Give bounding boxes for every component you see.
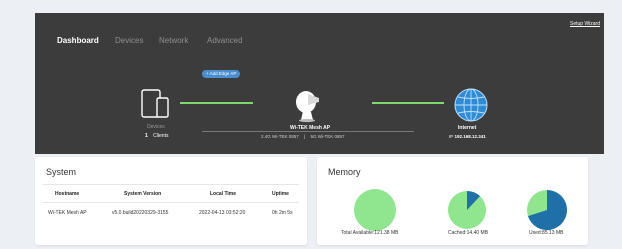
system-header-divider [43, 202, 299, 203]
memory-cached-label: Cached:14.40 MB [448, 230, 489, 236]
tab-network[interactable]: Network [159, 36, 188, 45]
ssid-separator: | [304, 134, 306, 139]
col-uptime: Uptime [272, 191, 289, 197]
local-time-value: 2022-04-13 03:52:20 [199, 210, 246, 216]
memory-pie-cached [448, 191, 486, 229]
mesh-router-icon[interactable] [293, 88, 327, 124]
memory-title: Memory [328, 167, 361, 177]
tab-devices[interactable]: Devices [115, 36, 143, 45]
ip-value: 192.168.12.341 [454, 134, 486, 139]
memory-pie-total [354, 189, 396, 231]
mesh-divider [202, 131, 414, 132]
ssid-24: 2.4G Wi-TEK 0857 [261, 134, 299, 139]
col-local-time: Local Time [210, 191, 237, 197]
devices-label: Devices [147, 124, 165, 130]
hostname-value: Wi-TEK Mesh AP [48, 210, 87, 216]
router-dashboard: Dashboard Devices Network Advanced Setup… [0, 0, 622, 249]
setup-wizard-link[interactable]: Setup Wizard [570, 21, 600, 27]
mesh-internet-link [372, 102, 444, 104]
col-hostname: Hostname [55, 191, 80, 197]
mesh-ssids: 2.4G Wi-TEK 0857 | 5G Wi-TEK 0857 [261, 134, 344, 139]
tab-dashboard[interactable]: Dashboard [57, 36, 99, 45]
topology-panel: Dashboard Devices Network Advanced Setup… [35, 13, 604, 154]
devices-clients[interactable]: 1 Clients [145, 133, 168, 139]
system-title-divider [43, 184, 299, 185]
memory-total-label: Total Available:121.38 MB [341, 230, 399, 236]
ip-label: IP [449, 134, 454, 139]
phone-tablet-icon[interactable] [140, 89, 174, 119]
system-card: System Hostname System Version Local Tim… [35, 157, 307, 245]
internet-label: Internet [458, 125, 477, 131]
devices-mesh-link [180, 102, 253, 104]
client-count: 1 [145, 133, 148, 139]
memory-pie-used [527, 190, 567, 230]
col-system-version: System Version [124, 191, 162, 197]
memory-card: Memory Total Available:121.38 MB Cached:… [317, 157, 588, 245]
tab-advanced[interactable]: Advanced [207, 36, 243, 45]
clients-label: Clients [153, 133, 169, 139]
ssid-5: 5G Wi-TEK 0857 [310, 134, 345, 139]
internet-ip: IP 192.168.12.341 [449, 134, 486, 139]
globe-icon[interactable] [453, 87, 489, 123]
pie-free-slice [354, 189, 396, 231]
system-title: System [46, 167, 77, 177]
uptime-value: 0h 2m 5s [272, 210, 293, 216]
system-version-value: v5.0.build20220329-3155 [112, 210, 169, 216]
add-edge-ap-button[interactable]: + Add Edge AP [202, 70, 241, 78]
memory-used-label: Used:85.13 MB [529, 230, 564, 236]
